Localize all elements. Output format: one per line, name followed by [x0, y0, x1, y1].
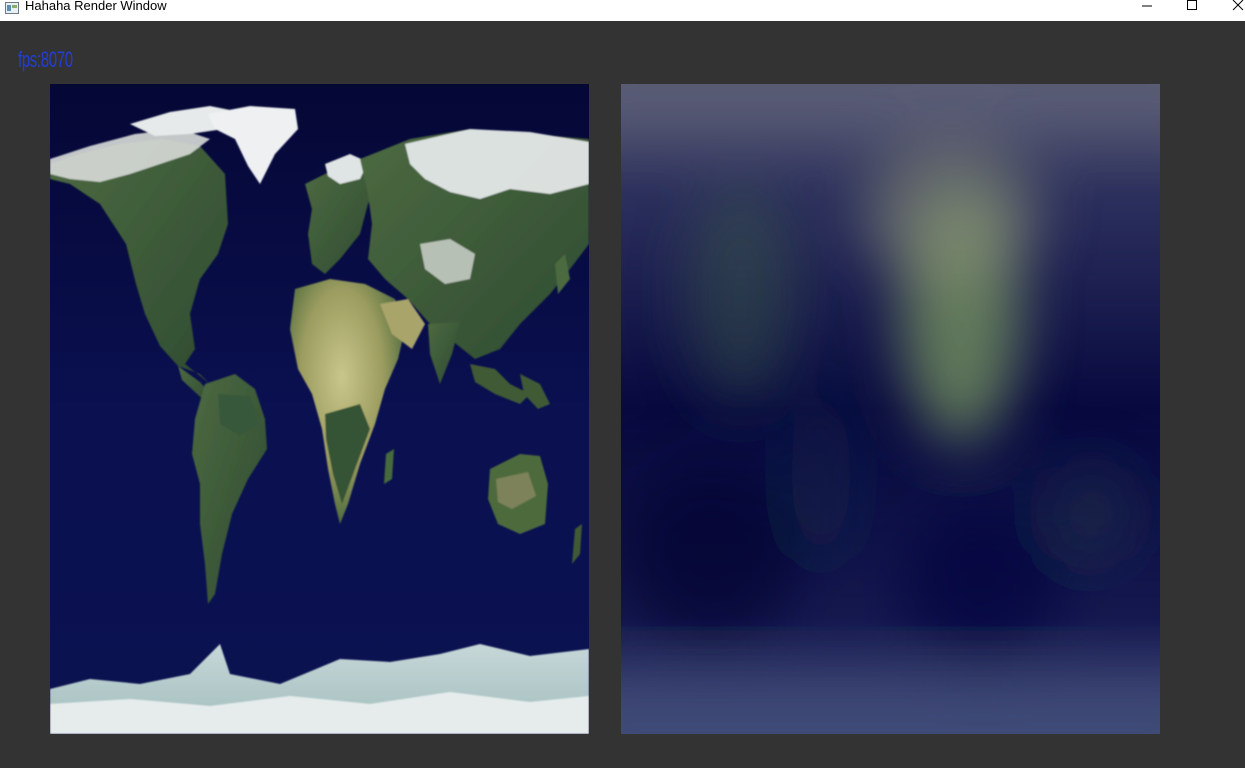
fps-counter: fps:8070 — [18, 47, 73, 72]
title-bar[interactable]: Hahaha Render Window — [0, 0, 1245, 21]
minimize-button[interactable] — [1132, 0, 1162, 16]
maximize-button[interactable] — [1177, 0, 1207, 16]
world-map-image — [50, 84, 589, 734]
window-title: Hahaha Render Window — [25, 0, 167, 13]
close-icon — [1232, 0, 1244, 11]
maximize-icon — [1187, 0, 1197, 10]
world-map-viewport — [50, 84, 589, 734]
close-button[interactable] — [1223, 0, 1245, 16]
minimize-icon — [1142, 5, 1152, 7]
render-client-area[interactable]: fps:8070 — [0, 21, 1245, 768]
blurred-map-image — [621, 84, 1160, 734]
render-window: Hahaha Render Window fps:8070 — [0, 0, 1245, 768]
blurred-map-viewport — [621, 84, 1160, 734]
app-icon — [5, 1, 19, 14]
